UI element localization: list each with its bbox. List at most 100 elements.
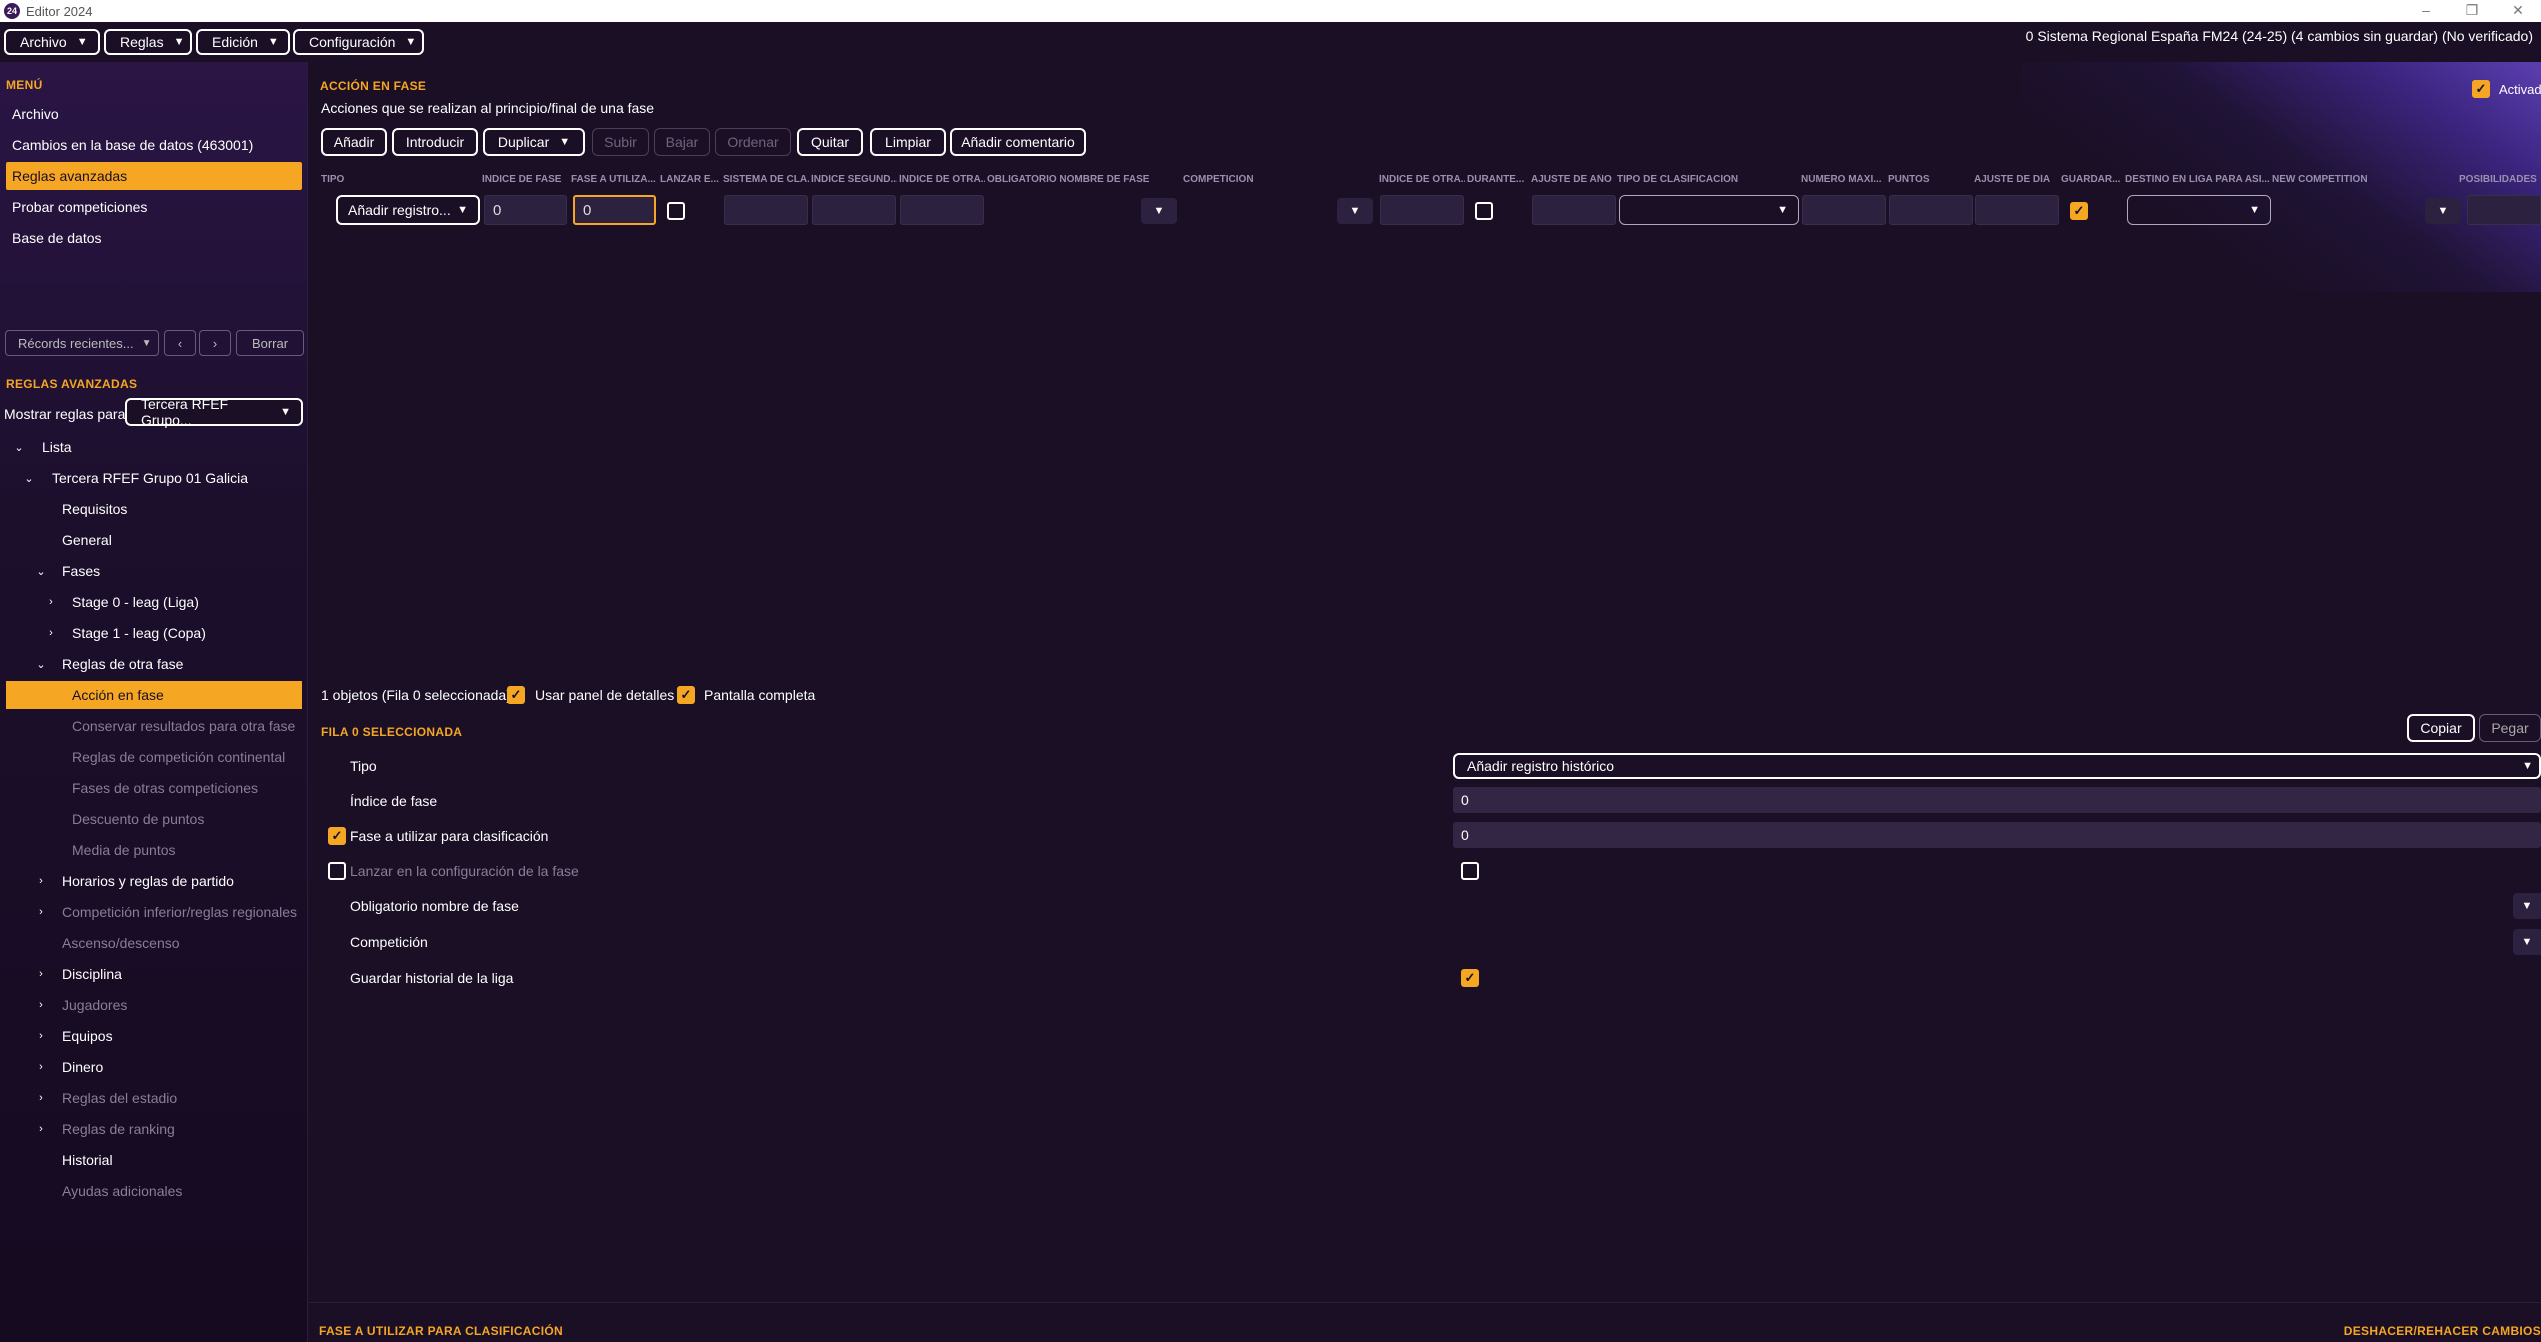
tree-ascenso-descenso[interactable]: Ascenso/descenso [62,929,180,957]
nav-cambios-bd[interactable]: Cambios en la base de datos (463001) [6,131,302,159]
row-posibilidades-input[interactable] [2467,195,2541,225]
row-durante-checkbox[interactable] [1475,202,1493,220]
row-indice-otra-2-input[interactable] [1380,195,1464,225]
clear-list-button[interactable]: Limpiar [870,128,946,156]
detail-tipo-select[interactable]: Añadir registro histórico ▼ [1453,753,2541,779]
nav-probar-competiciones[interactable]: Probar competiciones [6,193,302,221]
col-ajuste-dia[interactable]: AJUSTE DE DÍA [1974,174,2060,185]
add-comment-button[interactable]: Añadir comentario [950,128,1086,156]
activated-checkbox[interactable]: ✓ [2472,80,2490,98]
detail-lanzar-value-checkbox[interactable] [1461,862,1479,880]
add-button[interactable]: Añadir [321,128,387,156]
tree-jugadores[interactable]: › Jugadores [34,991,127,1019]
row-ajuste-ano-input[interactable] [1532,195,1616,225]
nav-base-datos[interactable]: Base de datos [6,224,302,252]
sort-button[interactable]: Ordenar [715,128,791,156]
minimize-icon[interactable]: – [2403,0,2449,22]
col-obligatorio-nombre[interactable]: OBLIGATORIO NOMBRE DE FASE [987,174,1167,185]
col-guardar[interactable]: GUARDAR... [2061,174,2123,185]
col-fase-utilizar[interactable]: FASE A UTILIZA... [571,174,657,185]
detail-fase-input[interactable]: 0 [1453,822,2541,848]
tree-disciplina[interactable]: › Disciplina [34,960,122,988]
paste-button[interactable]: Pegar [2479,714,2541,742]
row-destino-liga-select[interactable]: ▼ [2127,195,2271,225]
tree-competicion-inferior[interactable]: › Competición inferior/reglas regionales [34,898,297,926]
tree-equipos[interactable]: › Equipos [34,1022,112,1050]
row-competicion-dropdown[interactable]: ▼ [1337,198,1373,224]
detail-lanzar-checkbox[interactable] [328,862,346,880]
row-lanzar-checkbox[interactable] [667,202,685,220]
tree-conservar-resultados[interactable]: Conservar resultados para otra fase [72,712,295,740]
col-tipo-clasificacion[interactable]: TIPO DE CLASIFICACIÓN [1617,174,1797,185]
tree-competicion-continental[interactable]: Reglas de competición continental [72,743,285,771]
tree-requisitos[interactable]: Requisitos [62,495,127,523]
forward-button[interactable]: › [199,330,231,356]
use-details-checkbox[interactable]: ✓ [507,686,525,704]
menu-configuracion[interactable]: Configuración ▼ [293,29,424,55]
row-tipo-clasificacion-select[interactable]: ▼ [1619,195,1799,225]
move-up-button[interactable]: Subir [592,128,649,156]
col-puntos[interactable]: PUNTOS [1888,174,1974,185]
detail-indice-input[interactable]: 0 [1453,787,2541,813]
copy-button[interactable]: Copiar [2407,714,2475,742]
col-ajuste-ano[interactable]: AJUSTE DE AÑO [1531,174,1617,185]
tree-descuento-puntos[interactable]: Descuento de puntos [72,805,204,833]
col-numero-maximo[interactable]: NÚMERO MÁXI... [1801,174,1887,185]
recent-records-dropdown[interactable]: Récords recientes... ▼ [5,330,159,356]
menu-reglas[interactable]: Reglas ▼ [104,29,192,55]
tree-reglas-estadio[interactable]: › Reglas del estadio [34,1084,177,1112]
detail-fase-checkbox[interactable]: ✓ [328,827,346,845]
row-new-competition-dropdown[interactable]: ▼ [2425,198,2461,224]
row-tipo-select[interactable]: Añadir registro... ▼ [336,195,480,225]
back-button[interactable]: ‹ [164,330,196,356]
tree-horarios[interactable]: › Horarios y reglas de partido [34,867,234,895]
col-durante[interactable]: DURANTE... [1467,174,1529,185]
tree-competition[interactable]: ⌄ Tercera RFEF Grupo 01 Galicia [22,464,248,492]
col-indice-fase[interactable]: ÍNDICE DE FASE [482,174,568,185]
col-indice-segundo[interactable]: ÍNDICE SEGUND... [811,174,897,185]
row-numero-maximo-input[interactable] [1802,195,1886,225]
detail-guardar-checkbox[interactable]: ✓ [1461,969,1479,987]
row-puntos-input[interactable] [1889,195,1973,225]
duplicate-button[interactable]: Duplicar ▼ [483,128,585,156]
row-ajuste-dia-input[interactable] [1975,195,2059,225]
tree-dinero[interactable]: › Dinero [34,1053,103,1081]
tree-accion-en-fase[interactable]: Acción en fase [6,681,302,709]
remove-button[interactable]: Quitar [797,128,863,156]
restore-icon[interactable]: ❐ [2449,0,2495,22]
row-indice-otra-input[interactable] [900,195,984,225]
clear-button[interactable]: Borrar [236,330,304,356]
menu-edicion[interactable]: Edición ▼ [196,29,290,55]
move-down-button[interactable]: Bajar [654,128,710,156]
nav-archivo[interactable]: Archivo [6,100,302,128]
col-sistema-clasificacion[interactable]: SISTEMA DE CLA... [723,174,809,185]
undo-redo-title[interactable]: DESHACER/REHACER CAMBIOS [2344,1324,2541,1338]
tree-fases[interactable]: ⌄ Fases [34,557,100,585]
row-obligatorio-dropdown[interactable]: ▼ [1141,198,1177,224]
tree-ayudas-adicionales[interactable]: Ayudas adicionales [62,1177,182,1205]
col-posibilidades[interactable]: POSIBILIDADES [2459,174,2541,185]
col-tipo[interactable]: TIPO [321,174,411,185]
detail-competicion-dropdown[interactable]: ▼ [2513,929,2541,955]
insert-button[interactable]: Introducir [392,128,478,156]
nav-reglas-avanzadas[interactable]: Reglas avanzadas [6,162,302,190]
row-sistema-clasificacion-input[interactable] [724,195,808,225]
col-indice-otra[interactable]: ÍNDICE DE OTRA... [899,174,985,185]
col-new-competition[interactable]: NEW COMPETITION [2272,174,2422,185]
tree-reglas-ranking[interactable]: › Reglas de ranking [34,1115,175,1143]
row-indice-segundo-input[interactable] [812,195,896,225]
tree-reglas-otra-fase[interactable]: ⌄ Reglas de otra fase [34,650,183,678]
tree-media-puntos[interactable]: Media de puntos [72,836,176,864]
col-destino-liga[interactable]: DESTINO EN LIGA PARA ASI... [2125,174,2269,185]
show-rules-select[interactable]: Tercera RFEF Grupo... ▼ [125,396,303,428]
tree-historial[interactable]: Historial [62,1146,113,1174]
tree-general[interactable]: General [62,526,112,554]
tree-lista[interactable]: ⌄ Lista [12,433,71,461]
tree-stage1[interactable]: › Stage 1 - leag (Copa) [44,619,206,647]
col-competicion[interactable]: COMPETICIÓN [1183,174,1343,185]
col-lanzar[interactable]: LANZAR E... [660,174,722,185]
row-indice-fase-input[interactable]: 0 [484,195,567,225]
tree-otras-competiciones[interactable]: Fases de otras competiciones [72,774,258,802]
col-indice-otra-2[interactable]: ÍNDICE DE OTRA... [1379,174,1465,185]
row-fase-utilizar-input[interactable]: 0 [573,195,656,225]
